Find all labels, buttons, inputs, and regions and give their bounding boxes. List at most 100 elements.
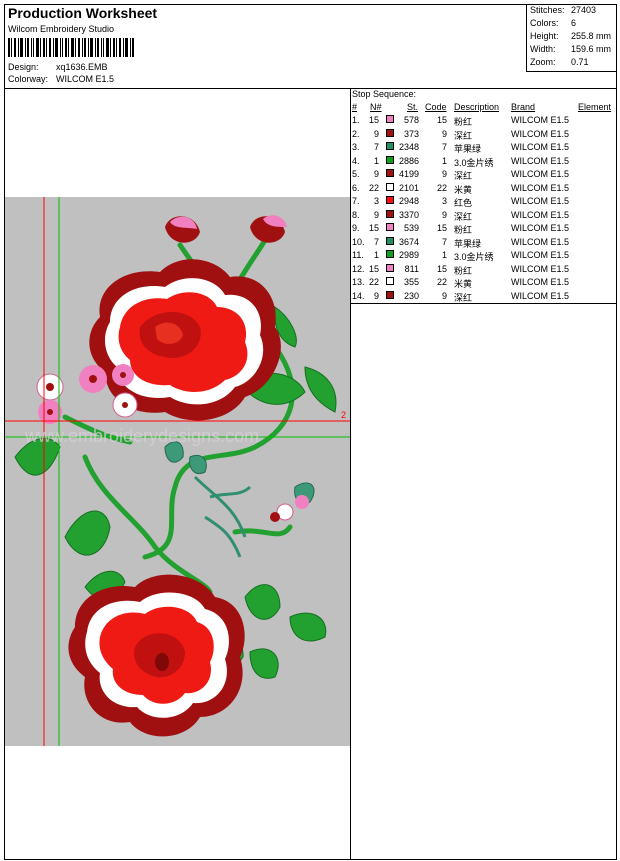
worksheet: Production Worksheet Wilcom Embroidery S… bbox=[4, 4, 617, 860]
colors-value: 6 bbox=[571, 18, 577, 28]
sequence-brand: WILCOM E1.5 bbox=[511, 236, 570, 247]
sequence-row: 2. 9 373 9 深红 WILCOM E1.5 bbox=[351, 128, 616, 142]
thread-color-swatch bbox=[386, 196, 394, 204]
sequence-description: 米黄 bbox=[454, 279, 473, 289]
colorway-row: Colorway: WILCOM E1.5 bbox=[8, 74, 114, 84]
col-header-description: Description bbox=[454, 102, 500, 112]
col-header-code: Code bbox=[425, 102, 447, 112]
stop-sequence-panel: Stop Sequence: # N# St. Code Description… bbox=[351, 88, 616, 304]
sequence-index: 12. bbox=[352, 263, 365, 274]
sequence-stitches: 355 bbox=[403, 277, 419, 287]
sequence-needle: 9 bbox=[373, 128, 379, 139]
thread-color-swatch bbox=[386, 182, 394, 191]
sequence-description: 粉红 bbox=[454, 117, 473, 127]
col-header-element: Element bbox=[578, 102, 612, 112]
sequence-needle: 15 bbox=[369, 115, 380, 125]
thread-color-swatch bbox=[386, 236, 394, 245]
stitches-value: 27403 bbox=[571, 5, 597, 15]
sequence-index: 9. bbox=[352, 223, 360, 233]
height-row: Height: 255.8 mm bbox=[530, 31, 611, 41]
sequence-needle: 15 bbox=[369, 263, 380, 274]
sequence-brand: WILCOM E1.5 bbox=[511, 196, 570, 206]
sequence-index: 6. bbox=[352, 182, 360, 193]
thread-color-swatch bbox=[386, 115, 394, 123]
width-label: Width: bbox=[530, 44, 556, 54]
sequence-stitches: 539 bbox=[403, 223, 419, 233]
sequence-description: 深红 bbox=[454, 211, 473, 222]
sequence-stitches: 230 bbox=[403, 290, 419, 301]
sequence-stitches: 3674 bbox=[398, 236, 419, 247]
sequence-brand: WILCOM E1.5 bbox=[511, 142, 570, 152]
thread-color-swatch bbox=[386, 223, 394, 231]
height-label: Height: bbox=[530, 31, 559, 41]
sequence-description: 粉红 bbox=[454, 225, 473, 235]
design-value: xq1636.EMB bbox=[56, 62, 108, 72]
sequence-needle: 7 bbox=[373, 142, 379, 152]
thread-color-swatch bbox=[386, 263, 394, 272]
sequence-brand: WILCOM E1.5 bbox=[511, 155, 570, 166]
sequence-brand: WILCOM E1.5 bbox=[511, 277, 570, 287]
sequence-brand: WILCOM E1.5 bbox=[511, 128, 570, 139]
sequence-row: 12. 15 811 15 粉红 WILCOM E1.5 bbox=[351, 263, 616, 277]
design-row: Design: xq1636.EMB bbox=[8, 62, 108, 72]
sequence-row: 7. 3 2948 3 红色 WILCOM E1.5 bbox=[351, 196, 616, 209]
sequence-row: 11. 1 2989 1 3.0金片绣 WILCOM E1.5 bbox=[351, 250, 616, 263]
sequence-index: 5. bbox=[352, 169, 360, 179]
sequence-code: 9 bbox=[441, 209, 447, 220]
sequence-needle: 9 bbox=[373, 290, 379, 301]
sequence-row: 10. 7 3674 7 苹果绿 WILCOM E1.5 bbox=[351, 236, 616, 250]
thread-color-swatch bbox=[386, 155, 394, 164]
sequence-description: 苹果绿 bbox=[454, 238, 482, 249]
sequence-index: 11. bbox=[352, 250, 364, 260]
sequence-row: 4. 1 2886 1 3.0金片绣 WILCOM E1.5 bbox=[351, 155, 616, 169]
sequence-index: 13. bbox=[352, 277, 365, 287]
sequence-row: 9. 15 539 15 粉红 WILCOM E1.5 bbox=[351, 223, 616, 236]
sequence-stitches: 811 bbox=[404, 263, 419, 274]
sequence-row: 8. 9 3370 9 深红 WILCOM E1.5 bbox=[351, 209, 616, 223]
colors-label: Colors: bbox=[530, 18, 559, 28]
sequence-index: 8. bbox=[352, 209, 360, 220]
sequence-code: 7 bbox=[441, 236, 447, 247]
sequence-row: 13. 22 355 22 米黄 WILCOM E1.5 bbox=[351, 277, 616, 290]
sequence-needle: 1 bbox=[373, 250, 379, 260]
width-value: 159.6 mm bbox=[571, 44, 612, 54]
col-header-brand: Brand bbox=[511, 102, 536, 112]
sequence-needle: 9 bbox=[373, 209, 379, 220]
height-value: 255.8 mm bbox=[571, 31, 612, 41]
page-title: Production Worksheet bbox=[8, 5, 158, 21]
studio-name: Wilcom Embroidery Studio bbox=[8, 24, 115, 34]
sequence-brand: WILCOM E1.5 bbox=[511, 290, 570, 301]
sequence-stitches: 2348 bbox=[398, 142, 419, 152]
sequence-stitches: 2948 bbox=[398, 196, 419, 206]
sequence-code: 22 bbox=[436, 277, 447, 287]
colorway-value: WILCOM E1.5 bbox=[56, 74, 115, 84]
sequence-needle: 3 bbox=[373, 196, 379, 206]
sequence-brand: WILCOM E1.5 bbox=[511, 169, 570, 179]
colorway-label: Colorway: bbox=[8, 74, 49, 84]
sequence-description: 3.0金片绣 bbox=[454, 157, 494, 168]
sequence-description: 粉红 bbox=[454, 265, 473, 276]
thread-color-swatch bbox=[386, 209, 394, 218]
sequence-code: 9 bbox=[441, 169, 447, 179]
sequence-code: 9 bbox=[441, 290, 447, 301]
sequence-stitches: 2886 bbox=[398, 155, 419, 166]
sequence-needle: 22 bbox=[369, 182, 380, 193]
sequence-description: 3.0金片绣 bbox=[454, 252, 494, 262]
sequence-description: 红色 bbox=[454, 198, 473, 208]
sequence-code: 1 bbox=[441, 250, 447, 260]
thread-color-swatch bbox=[386, 128, 394, 137]
sequence-code: 7 bbox=[441, 142, 447, 152]
sequence-code: 15 bbox=[436, 115, 447, 125]
thread-color-swatch bbox=[386, 250, 394, 258]
stats-box: Stitches: 27403 Colors: 6 Height: 255.8 mm … bbox=[526, 5, 617, 72]
sequence-description: 苹果绿 bbox=[454, 144, 482, 154]
sequence-stitches: 373 bbox=[403, 128, 419, 139]
sequence-needle: 22 bbox=[369, 277, 380, 287]
thread-color-swatch bbox=[386, 290, 394, 299]
sequence-brand: WILCOM E1.5 bbox=[511, 115, 570, 125]
design-label: Design: bbox=[8, 62, 39, 72]
sequence-row: 14. 9 230 9 深红 WILCOM E1.5 bbox=[351, 290, 616, 304]
zoom-value: 0.71 bbox=[571, 57, 589, 67]
design-preview-panel: 2 www.embroiderydesigns.com bbox=[5, 88, 351, 859]
stitches-label: Stitches: bbox=[530, 5, 565, 15]
